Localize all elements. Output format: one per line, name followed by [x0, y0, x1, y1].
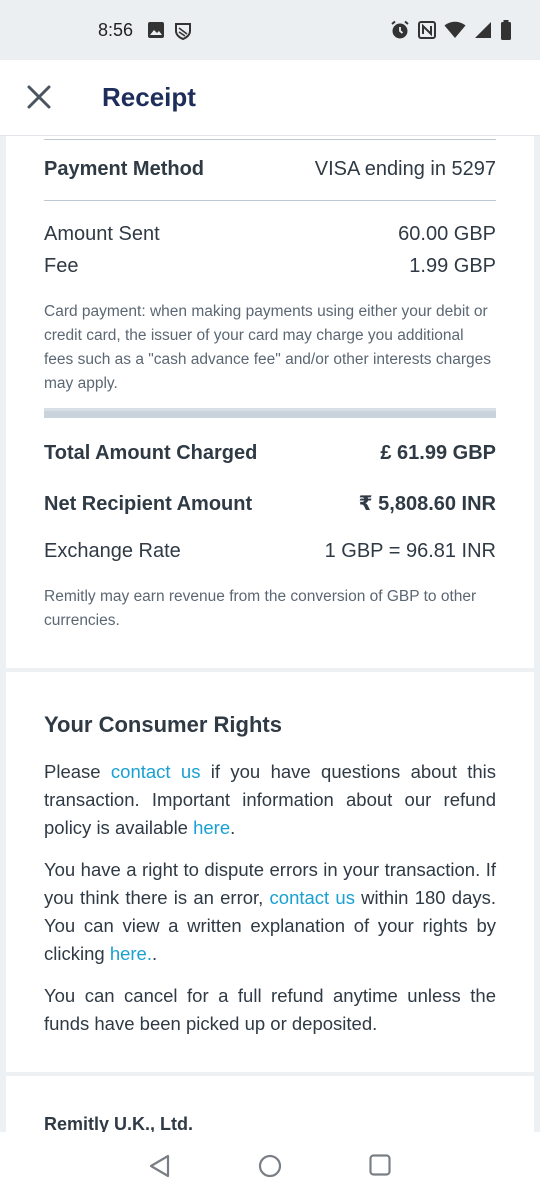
total-charged-value: £ 61.99 GBP: [380, 442, 496, 464]
wifi-icon: [444, 21, 466, 39]
alarm-icon: [390, 20, 410, 40]
shield-icon: [174, 22, 192, 40]
home-icon: [258, 1154, 282, 1182]
nfc-icon: [418, 21, 436, 39]
image-icon: [148, 22, 164, 40]
total-divider: [44, 408, 496, 418]
signal-icon: [474, 21, 492, 39]
divider: [44, 139, 496, 140]
exchange-rate-row: Exchange Rate 1 GBP = 96.81 INR: [44, 540, 496, 563]
fee-label: Fee: [44, 255, 79, 277]
rights-paragraph-3: You can cancel for a full refund anytime…: [44, 985, 496, 1034]
amount-sent-label: Amount Sent: [44, 223, 160, 245]
payment-method-value: VISA ending in 5297: [314, 158, 496, 180]
exchange-rate-note: Remitly may earn revenue from the conver…: [44, 588, 477, 629]
payment-details-card: Payment Method VISA ending in 5297 Amoun…: [6, 136, 534, 668]
net-recipient-label: Net Recipient Amount: [44, 493, 253, 515]
status-time: 8:56: [98, 20, 134, 40]
exchange-rate-value: 1 GBP = 96.81 INR: [324, 540, 496, 562]
header: Receipt: [0, 60, 540, 136]
refund-policy-link[interactable]: here: [193, 817, 230, 838]
exchange-rate-label: Exchange Rate: [44, 540, 181, 562]
consumer-rights-card: Your Consumer Rights Please contact us i…: [6, 672, 534, 1072]
rights-explanation-link[interactable]: here.: [110, 943, 152, 964]
fee-value: 1.99 GBP: [409, 255, 496, 277]
status-bar: 8:56: [0, 0, 540, 60]
consumer-rights-title: Your Consumer Rights: [44, 712, 282, 737]
recents-icon: [369, 1154, 391, 1180]
page-title: Receipt: [102, 82, 196, 112]
net-recipient-row: Net Recipient Amount ₹ 5,808.60 INR: [44, 491, 496, 516]
close-button[interactable]: [22, 80, 56, 114]
amount-sent-row: Amount Sent 60.00 GBP: [44, 223, 496, 246]
total-charged-row: Total Amount Charged £ 61.99 GBP: [44, 442, 496, 465]
payment-method-row: Payment Method VISA ending in 5297: [44, 158, 496, 181]
battery-icon: [500, 20, 512, 40]
net-recipient-value: ₹ 5,808.60 INR: [358, 493, 496, 515]
total-charged-label: Total Amount Charged: [44, 442, 258, 464]
back-button[interactable]: [148, 1154, 172, 1183]
rights-paragraph-1: Please contact us if you have questions …: [44, 761, 496, 838]
recents-button[interactable]: [369, 1154, 391, 1181]
home-button[interactable]: [258, 1154, 282, 1183]
payment-method-label: Payment Method: [44, 158, 205, 180]
card-payment-note: Card payment: when making payments using…: [44, 303, 491, 392]
amount-sent-value: 60.00 GBP: [398, 223, 496, 245]
fee-row: Fee 1.99 GBP: [44, 255, 496, 278]
company-card: Remitly U.K., Ltd.: [6, 1076, 534, 1132]
divider: [44, 200, 496, 201]
close-icon: [22, 85, 56, 118]
rights-paragraph-2: You have a right to dispute errors in yo…: [44, 859, 497, 964]
back-icon: [148, 1154, 172, 1182]
contact-us-link[interactable]: contact us: [111, 761, 201, 782]
navigation-bar: [0, 1132, 540, 1200]
receipt-content[interactable]: Payment Method VISA ending in 5297 Amoun…: [0, 136, 540, 1132]
company-name: Remitly U.K., Ltd.: [44, 1114, 194, 1132]
contact-us-link[interactable]: contact us: [270, 887, 355, 908]
